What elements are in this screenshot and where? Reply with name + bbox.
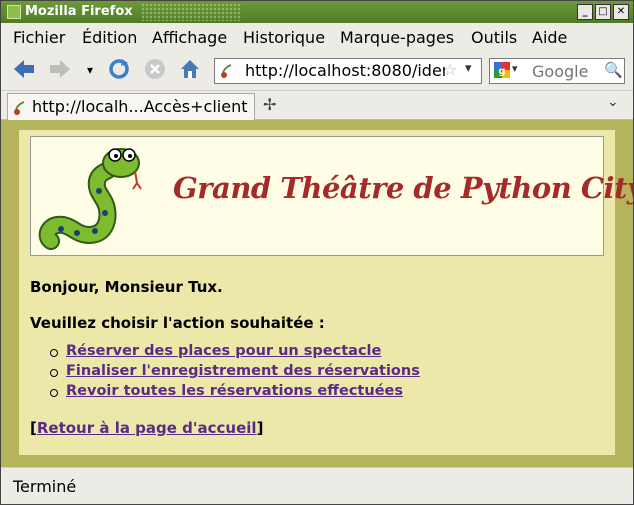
- new-tab-icon[interactable]: ✢: [263, 95, 276, 114]
- stop-icon[interactable]: [142, 57, 168, 83]
- action-list: Réserver des places pour un spectacle Fi…: [47, 343, 420, 403]
- reserve-seats-link[interactable]: Réserver des places pour un spectacle: [66, 343, 381, 359]
- navigation-toolbar: ▾ http://localhost:8080/identification ☆…: [1, 50, 633, 91]
- tab-bar: http://localh...Accès+client ✢ ⌄: [1, 91, 633, 120]
- site-banner: Grand Théâtre de Python City: [30, 136, 633, 256]
- forward-arrow-icon[interactable]: [47, 57, 73, 83]
- menu-historique[interactable]: Historique: [243, 28, 325, 47]
- site-favicon-icon: [14, 101, 25, 115]
- greeting-text: Bonjour, Monsieur Tux.: [30, 278, 223, 296]
- title-bar: Mozilla Firefox _ □ ✕: [1, 1, 633, 23]
- close-button[interactable]: ✕: [613, 4, 629, 20]
- action-prompt: Veuillez choisir l'action souhaitée :: [30, 314, 325, 332]
- window-title: Mozilla Firefox: [25, 4, 133, 19]
- menu-bar: Fichier Édition Affichage Historique Mar…: [1, 23, 633, 49]
- list-item: Revoir toutes les réservations effectuée…: [47, 383, 420, 403]
- tab-current[interactable]: http://localh...Accès+client: [7, 93, 255, 120]
- tab-list-icon[interactable]: ⌄: [607, 94, 619, 110]
- page-viewport: Grand Théâtre de Python City Bonjour, Mo…: [1, 120, 633, 467]
- svg-text:g: g: [498, 66, 505, 77]
- maximize-button[interactable]: □: [595, 4, 611, 20]
- list-item: Finaliser l'enregistrement des réservati…: [47, 363, 420, 383]
- url-text[interactable]: http://localhost:8080/identification: [245, 61, 445, 80]
- history-dropdown-icon[interactable]: ▾: [77, 57, 103, 83]
- back-link-line: [Retour à la page d'accueil]: [30, 419, 263, 437]
- bracket-close: ]: [256, 419, 264, 437]
- site-favicon-icon: [221, 64, 232, 78]
- menu-edition[interactable]: Édition: [82, 28, 137, 47]
- window-menu-icon[interactable]: [7, 5, 21, 19]
- url-dropdown-icon[interactable]: ▾: [465, 61, 472, 76]
- search-bar[interactable]: g ▾ 🔍: [489, 58, 625, 84]
- back-to-home-link[interactable]: Retour à la page d'accueil: [37, 419, 257, 437]
- home-icon[interactable]: [177, 57, 203, 83]
- review-reservations-link[interactable]: Revoir toutes les réservations effectuée…: [66, 383, 403, 399]
- banner-title: Grand Théâtre de Python City: [173, 171, 634, 205]
- menu-affichage[interactable]: Affichage: [152, 28, 227, 47]
- titlebar-decoration: [141, 3, 241, 21]
- search-magnifier-icon[interactable]: 🔍: [604, 61, 623, 79]
- finalize-reservations-link[interactable]: Finaliser l'enregistrement des réservati…: [66, 363, 420, 379]
- list-item: Réserver des places pour un spectacle: [47, 343, 420, 363]
- status-bar: Terminé: [1, 467, 633, 504]
- menu-outils[interactable]: Outils: [471, 28, 517, 47]
- menu-aide[interactable]: Aide: [532, 28, 567, 47]
- url-bar[interactable]: http://localhost:8080/identification ☆ ▾: [214, 58, 482, 84]
- back-arrow-icon[interactable]: [11, 57, 37, 83]
- bookmark-star-icon[interactable]: ☆: [443, 60, 457, 79]
- content-panel: Grand Théâtre de Python City Bonjour, Mo…: [19, 130, 633, 455]
- browser-window: Mozilla Firefox _ □ ✕ Fichier Édition Af…: [0, 0, 634, 505]
- bracket-open: [: [30, 419, 37, 437]
- minimize-button[interactable]: _: [577, 4, 593, 20]
- menu-marque-pages[interactable]: Marque-pages: [340, 28, 454, 47]
- tab-title: http://localh...Accès+client: [32, 97, 248, 116]
- reload-icon[interactable]: [106, 57, 132, 83]
- search-input[interactable]: [530, 61, 604, 82]
- menu-fichier[interactable]: Fichier: [13, 28, 65, 47]
- python-snake-logo: [38, 148, 142, 250]
- status-text: Terminé: [13, 477, 77, 496]
- engine-dropdown-icon[interactable]: ▾: [512, 62, 518, 75]
- google-engine-icon[interactable]: g: [494, 62, 510, 78]
